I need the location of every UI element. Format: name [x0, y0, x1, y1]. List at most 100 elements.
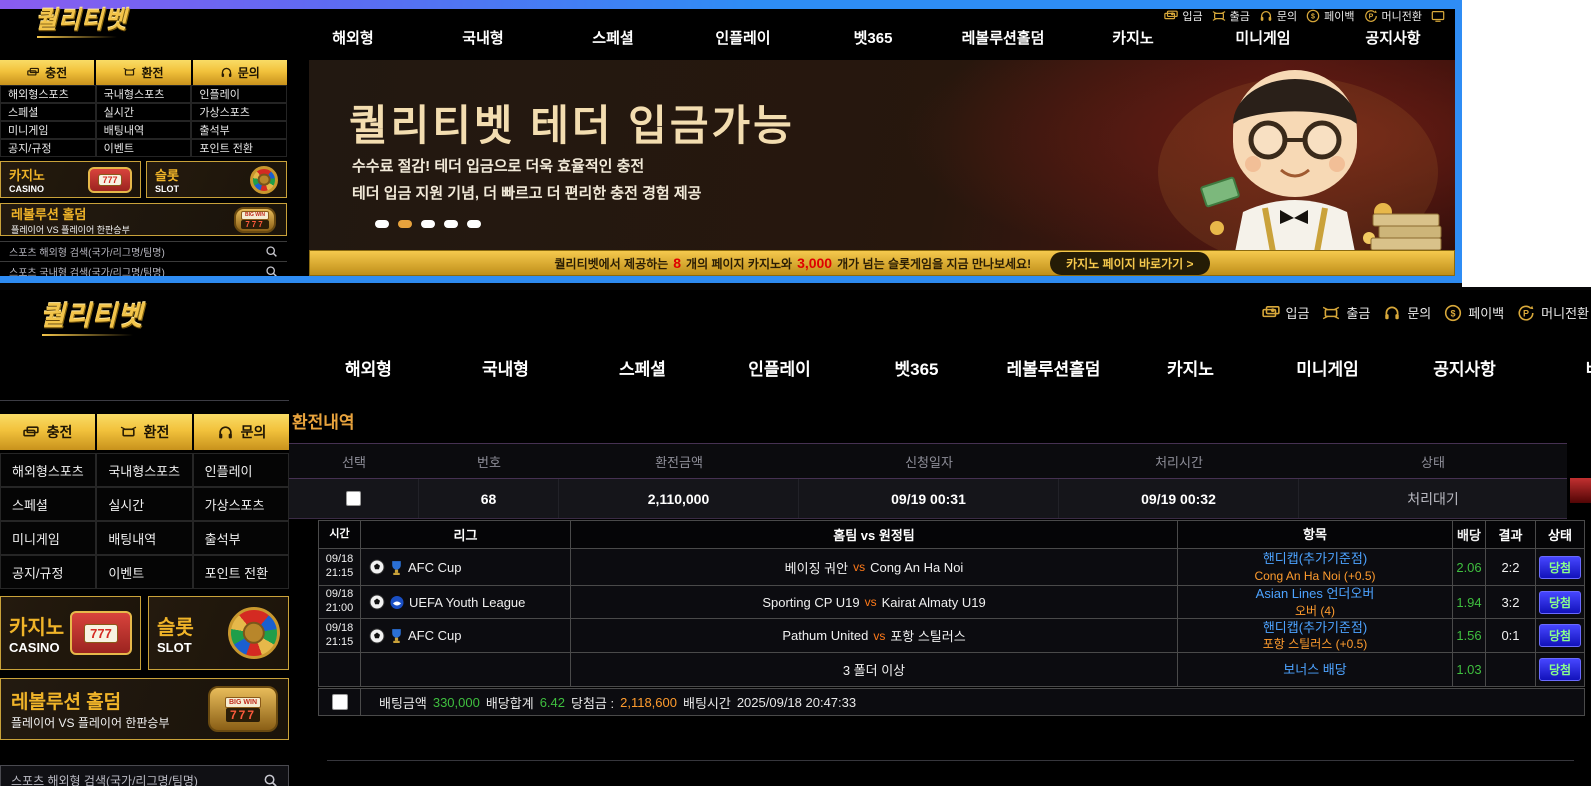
- tab-charge[interactable]: 충전: [0, 414, 95, 450]
- menu-notice-rules[interactable]: 공지/규정: [0, 555, 96, 589]
- menu-minigame[interactable]: 미니게임: [0, 121, 96, 139]
- nav-domestic[interactable]: 국내형: [418, 27, 548, 48]
- menu-special[interactable]: 스페셜: [0, 487, 96, 521]
- svg-text:P: P: [1523, 308, 1529, 318]
- menu-event[interactable]: 이벤트: [96, 139, 192, 157]
- tab-exchange[interactable]: 환전: [97, 414, 192, 450]
- nav-casino[interactable]: 카지노: [1122, 355, 1259, 380]
- casino-banner-subtitle: CASINO: [9, 640, 64, 655]
- nav-bet365[interactable]: 벳365: [808, 27, 938, 48]
- casino-banner-subtitle: CASINO: [9, 184, 45, 194]
- menu-event[interactable]: 이벤트: [96, 555, 192, 589]
- bet-pick: 핸디캡(추가기준점) 포항 스틸러스 (+0.5): [1178, 619, 1453, 652]
- table-row: 68 2,110,000 09/19 00:31 09/19 00:32 처리대…: [289, 479, 1567, 519]
- red-button-fragment[interactable]: [1570, 478, 1591, 503]
- withdraw-link[interactable]: 출금: [1212, 8, 1250, 24]
- menu-point-convert[interactable]: 포인트 전환: [193, 555, 289, 589]
- tab-charge[interactable]: 충전: [0, 60, 94, 85]
- exchange-process-time: 09/19 00:32: [1059, 479, 1299, 518]
- holdem-banner[interactable]: 레볼루션 홀덤 플레이어 VS 플레이어 한판승부 BIG WIN777: [0, 678, 289, 740]
- nav-notice[interactable]: 공지사항: [1328, 27, 1455, 48]
- money-transfer-link[interactable]: P 머니전환: [1517, 303, 1589, 322]
- deposit-link[interactable]: 입금: [1164, 8, 1202, 24]
- menu-domestic-sports[interactable]: 국내형스포츠: [96, 85, 192, 103]
- carousel-dot-active[interactable]: [398, 220, 412, 228]
- menu-inplay[interactable]: 인플레이: [191, 85, 287, 103]
- inquiry-link[interactable]: 문의: [1259, 8, 1297, 24]
- row-checkbox[interactable]: [346, 491, 361, 506]
- withdraw-link[interactable]: 출금: [1322, 303, 1370, 322]
- menu-overseas-sports[interactable]: 해외형스포츠: [0, 85, 96, 103]
- payback-link[interactable]: $ 페이백: [1444, 303, 1504, 322]
- deposit-link[interactable]: 입금: [1262, 303, 1310, 322]
- menu-live[interactable]: 실시간: [96, 487, 192, 521]
- carousel-dot[interactable]: [467, 220, 481, 228]
- nav-special[interactable]: 스페셜: [548, 27, 678, 48]
- sports-search-overseas[interactable]: 스포츠 해외형 검색(국가/리그명/팀명): [0, 765, 289, 786]
- menu-inplay[interactable]: 인플레이: [193, 453, 289, 487]
- nav-inplay[interactable]: 인플레이: [711, 355, 848, 380]
- soccer-icon: [369, 594, 385, 610]
- menu-special[interactable]: 스페셜: [0, 103, 96, 121]
- stream-link[interactable]: [1431, 9, 1445, 23]
- carousel-dot[interactable]: [421, 220, 435, 228]
- soccer-icon: [369, 628, 385, 644]
- nav-revolution-holdem[interactable]: 레볼루션홀덤: [938, 27, 1068, 48]
- tab-inquiry[interactable]: 문의: [194, 414, 289, 450]
- nav-revolution-holdem[interactable]: 레볼루션홀덤: [985, 355, 1122, 380]
- exchange-amount: 2,110,000: [559, 479, 799, 518]
- nav-bet365[interactable]: 벳365: [848, 355, 985, 380]
- menu-attendance[interactable]: 출석부: [193, 521, 289, 555]
- search-icon[interactable]: [265, 245, 278, 258]
- casino-page-button[interactable]: 카지노 페이지 바로가기 >: [1050, 252, 1209, 275]
- nav-domestic[interactable]: 국내형: [437, 355, 574, 380]
- nav-inplay[interactable]: 인플레이: [678, 27, 808, 48]
- holdem-banner-title: 레볼루션 홀덤: [11, 687, 170, 714]
- payback-link[interactable]: $ 페이백: [1306, 8, 1354, 24]
- nav-betting[interactable]: 배팅: [1533, 355, 1591, 380]
- menu-minigame[interactable]: 미니게임: [0, 521, 96, 555]
- site-logo[interactable]: 퀄리티벳: [35, 0, 127, 35]
- site-logo[interactable]: 퀄리티벳: [40, 294, 143, 333]
- sports-search-domestic[interactable]: 스포츠 국내형 검색(국가/리그명/팀명): [0, 261, 287, 281]
- headset-icon: [1259, 9, 1273, 23]
- nav-minigame[interactable]: 미니게임: [1259, 355, 1396, 380]
- sports-search-overseas[interactable]: 스포츠 해외형 검색(국가/리그명/팀명): [0, 241, 287, 261]
- menu-overseas-sports[interactable]: 해외형스포츠: [0, 453, 96, 487]
- search-icon[interactable]: [265, 265, 278, 278]
- casino-banner[interactable]: 카지노CASINO 777: [0, 161, 141, 198]
- menu-bet-history[interactable]: 배팅내역: [96, 521, 192, 555]
- menu-notice-rules[interactable]: 공지/규정: [0, 139, 96, 157]
- nav-minigame[interactable]: 미니게임: [1198, 27, 1328, 48]
- menu-point-convert[interactable]: 포인트 전환: [191, 139, 287, 157]
- hero-banner[interactable]: 퀄리티벳 테더 입금가능 수수료 절감! 테더 입금으로 더욱 효율적인 충전 …: [309, 60, 1455, 252]
- nav-special[interactable]: 스페셜: [574, 355, 711, 380]
- nav-overseas[interactable]: 해외형: [288, 27, 418, 48]
- menu-virtual-sports[interactable]: 가상스포츠: [193, 487, 289, 521]
- nav-casino[interactable]: 카지노: [1068, 27, 1198, 48]
- money-transfer-link[interactable]: P 머니전환: [1364, 8, 1422, 24]
- menu-attendance[interactable]: 출석부: [191, 121, 287, 139]
- tab-exchange[interactable]: 환전: [96, 60, 190, 85]
- bet-detail-table: 시간 리그 홈팀 vs 원정팀 항목 배당 결과 상태 09/1821:15 A…: [318, 520, 1585, 687]
- inquiry-link[interactable]: 문의: [1383, 303, 1431, 322]
- casino-banner[interactable]: 카지노CASINO 777: [0, 596, 141, 670]
- exchange-history-table: 선택 번호 환전금액 신청일자 처리시간 상태 68 2,110,000 09/…: [289, 443, 1567, 519]
- soccer-icon: [369, 559, 385, 575]
- nav-overseas[interactable]: 해외형: [300, 355, 437, 380]
- slot-banner[interactable]: 슬롯SLOT: [146, 161, 287, 198]
- nav-notice[interactable]: 공지사항: [1396, 355, 1533, 380]
- menu-bet-history[interactable]: 배팅내역: [96, 121, 192, 139]
- summary-checkbox[interactable]: [332, 694, 348, 710]
- search-icon[interactable]: [263, 773, 278, 786]
- menu-virtual-sports[interactable]: 가상스포츠: [191, 103, 287, 121]
- slot-banner[interactable]: 슬롯SLOT: [148, 596, 289, 670]
- menu-live[interactable]: 실시간: [96, 103, 192, 121]
- win-badge: 당첨: [1539, 624, 1581, 647]
- menu-domestic-sports[interactable]: 국내형스포츠: [96, 453, 192, 487]
- carousel-dot[interactable]: [375, 220, 389, 228]
- holdem-banner[interactable]: 레볼루션 홀덤 플레이어 VS 플레이어 한판승부 BIG WIN777: [0, 203, 287, 236]
- odds-total-label: 배당합계: [486, 693, 534, 712]
- tab-inquiry[interactable]: 문의: [193, 60, 287, 85]
- carousel-dot[interactable]: [444, 220, 458, 228]
